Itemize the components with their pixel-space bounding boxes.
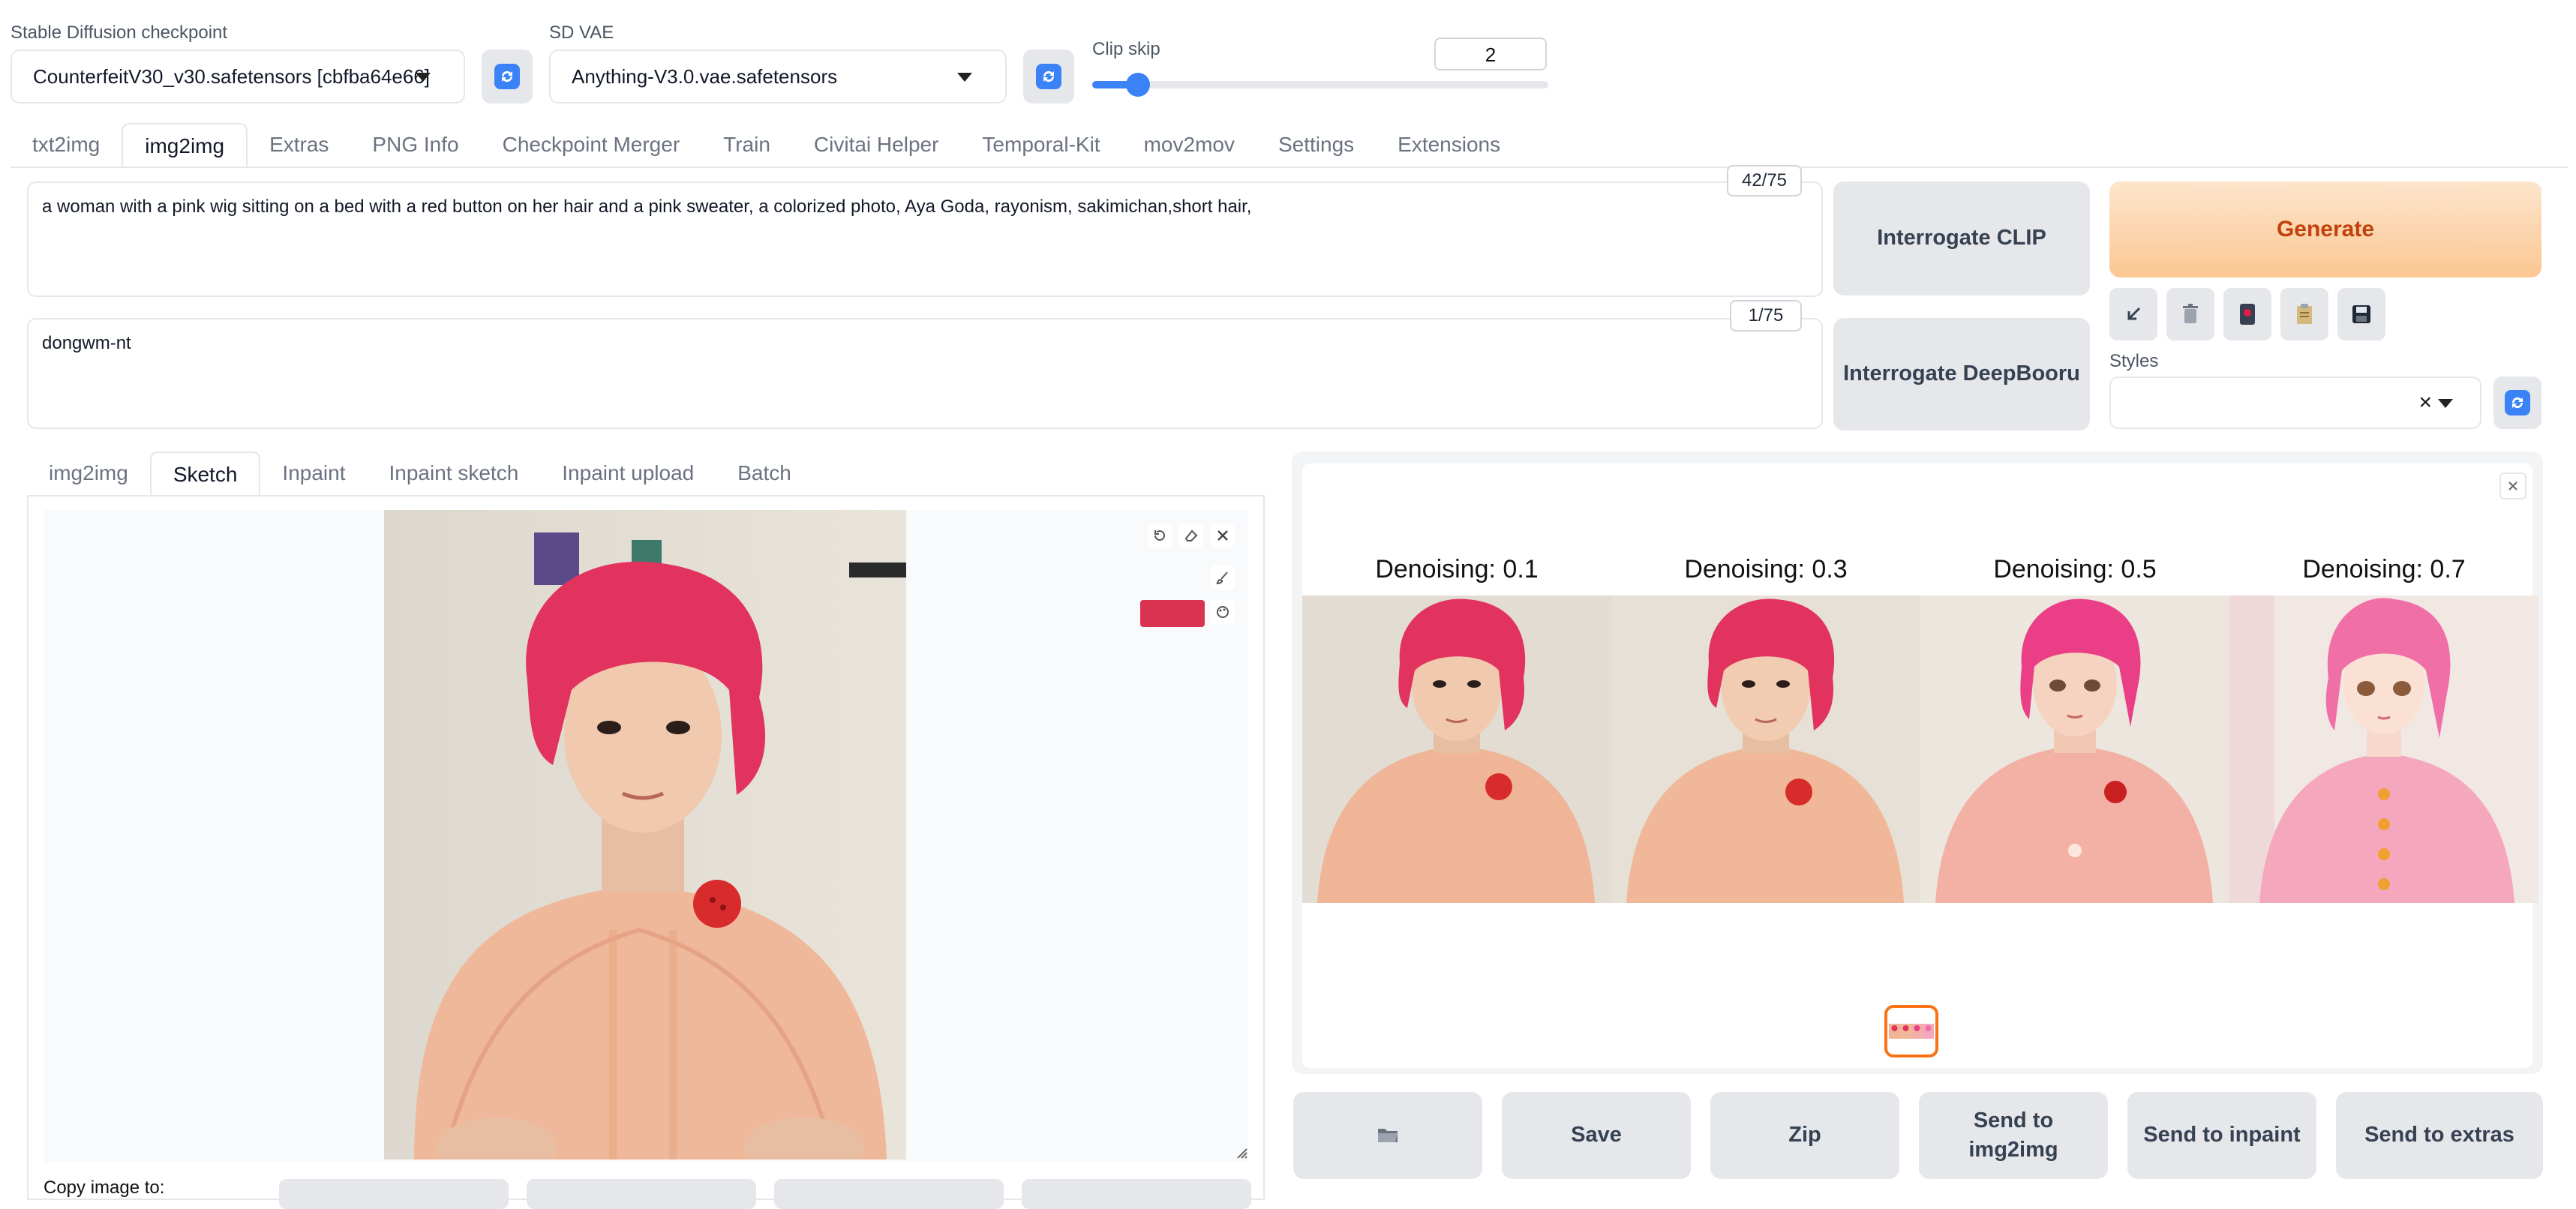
styles-refresh-button[interactable] (2493, 376, 2541, 429)
floppy-disk-icon (2352, 305, 2370, 323)
clear-prompt-button[interactable] (2166, 288, 2214, 340)
folder-icon (1378, 1129, 1398, 1142)
copy-to-sketch-button[interactable] (527, 1179, 756, 1209)
result-image-1[interactable] (1302, 596, 1611, 903)
copy-to-inpaint-button[interactable] (774, 1179, 1004, 1209)
tab-divider (11, 166, 2568, 168)
refresh-icon (2505, 390, 2530, 416)
brush-color-swatch[interactable] (1140, 600, 1205, 627)
subtab-img2img[interactable]: img2img (27, 452, 150, 496)
tab-checkpoint-merger[interactable]: Checkpoint Merger (481, 123, 702, 168)
denoising-label-1: Denoising: 0.1 (1375, 555, 1539, 584)
undo-button[interactable] (1148, 524, 1172, 548)
clip-skip-number-input[interactable]: 2 (1434, 38, 1547, 70)
eraser-button[interactable] (1179, 524, 1203, 548)
apply-style-button[interactable] (2280, 288, 2328, 340)
subtab-sketch[interactable]: Sketch (149, 452, 261, 496)
sketch-image[interactable] (384, 510, 906, 1160)
styles-clear-icon[interactable]: × (2418, 390, 2432, 416)
open-folder-button[interactable] (1293, 1092, 1482, 1179)
subtab-batch[interactable]: Batch (716, 452, 813, 496)
result-image-2[interactable] (1611, 596, 1920, 903)
vae-value: Anything-V3.0.vae.safetensors (572, 64, 838, 88)
eraser-icon (1184, 530, 1198, 542)
tab-train[interactable]: Train (701, 123, 792, 168)
chevron-down-icon (416, 73, 431, 82)
interrogate-clip-button[interactable]: Interrogate CLIP (1833, 182, 2090, 296)
checkpoint-label: Stable Diffusion checkpoint (11, 22, 228, 43)
tab-mov2mov[interactable]: mov2mov (1122, 123, 1256, 168)
read-params-button[interactable] (2109, 288, 2157, 340)
color-picker-button[interactable] (1211, 600, 1235, 624)
save-style-button[interactable] (2337, 288, 2385, 340)
zip-button[interactable]: Zip (1710, 1092, 1899, 1179)
send-to-img2img-button[interactable]: Send to img2img (1919, 1092, 2108, 1179)
styles-dropdown[interactable]: × (2109, 376, 2481, 429)
card-icon (2240, 304, 2255, 325)
subtab-inpaint-sketch[interactable]: Inpaint sketch (368, 452, 541, 496)
clipboard-icon (2297, 304, 2312, 324)
gallery-thumbnail[interactable] (1884, 1005, 1938, 1058)
palette-icon (1217, 606, 1229, 618)
brush-icon (1216, 572, 1228, 584)
result-image-4[interactable] (2229, 596, 2538, 903)
brush-size-button[interactable] (1211, 566, 1235, 590)
gallery-close-button[interactable] (2499, 472, 2526, 500)
tab-png-info[interactable]: PNG Info (350, 123, 480, 168)
undo-icon (1154, 530, 1165, 541)
denoising-label-4: Denoising: 0.7 (2302, 555, 2466, 584)
checkpoint-value: CounterfeitV30_v30.safetensors [cbfba64e… (33, 64, 431, 88)
clear-sketch-button[interactable] (1211, 524, 1235, 548)
chevron-down-icon (2438, 399, 2453, 408)
img2img-sub-tab-bar: img2img Sketch Inpaint Inpaint sketch In… (27, 450, 813, 496)
subtab-inpaint-upload[interactable]: Inpaint upload (540, 452, 716, 496)
tab-extensions[interactable]: Extensions (1376, 123, 1522, 168)
thumbnail-grid-preview (1889, 1024, 1934, 1039)
vae-refresh-button[interactable] (1023, 50, 1074, 104)
chevron-down-icon (957, 73, 972, 82)
checkpoint-dropdown[interactable]: CounterfeitV30_v30.safetensors [cbfba64e… (11, 50, 465, 104)
tab-civitai-helper[interactable]: Civitai Helper (792, 123, 961, 168)
clip-skip-label: Clip skip (1092, 39, 1160, 59)
trash-icon (2183, 304, 2198, 323)
tab-txt2img[interactable]: txt2img (11, 123, 122, 168)
arrow-down-left-icon (2127, 307, 2141, 320)
refresh-icon (1036, 64, 1061, 89)
vae-dropdown[interactable]: Anything-V3.0.vae.safetensors (549, 50, 1007, 104)
checkpoint-refresh-button[interactable] (482, 50, 533, 104)
copy-to-inpaint-sketch-button[interactable] (1022, 1179, 1251, 1209)
resize-handle[interactable] (1235, 1146, 1248, 1160)
copy-image-label: Copy image to: (44, 1178, 165, 1198)
negative-prompt-text: dongwm-nt (42, 333, 131, 353)
tab-extras[interactable]: Extras (248, 123, 350, 168)
refresh-icon (494, 64, 520, 89)
resize-handle-icon (1237, 1148, 1247, 1159)
tab-img2img[interactable]: img2img (122, 123, 248, 168)
negative-prompt-textarea[interactable]: dongwm-nt (27, 318, 1823, 429)
save-button[interactable]: Save (1502, 1092, 1691, 1179)
clip-skip-slider-track[interactable] (1092, 73, 1548, 97)
close-icon (1217, 530, 1228, 541)
prompt-token-counter: 42/75 (1727, 165, 1802, 196)
send-to-extras-button[interactable]: Send to extras (2336, 1092, 2543, 1179)
tab-settings[interactable]: Settings (1256, 123, 1376, 168)
extra-networks-button[interactable] (2223, 288, 2271, 340)
prompt-textarea[interactable]: a woman with a pink wig sitting on a bed… (27, 182, 1823, 297)
copy-to-img2img-button[interactable] (279, 1179, 509, 1209)
negative-token-counter: 1/75 (1730, 300, 1802, 332)
clip-skip-slider-thumb[interactable] (1125, 73, 1150, 97)
denoising-label-3: Denoising: 0.5 (1993, 555, 2157, 584)
result-image-3[interactable] (1920, 596, 2229, 903)
subtab-inpaint[interactable]: Inpaint (260, 452, 367, 496)
main-tab-bar: txt2img img2img Extras PNG Info Checkpoi… (11, 123, 1522, 168)
denoising-label-2: Denoising: 0.3 (1684, 555, 1848, 584)
generate-button[interactable]: Generate (2109, 182, 2541, 278)
close-icon (2508, 482, 2517, 490)
interrogate-deepbooru-button[interactable]: Interrogate DeepBooru (1833, 318, 2090, 430)
tab-temporal-kit[interactable]: Temporal-Kit (960, 123, 1121, 168)
vae-label: SD VAE (549, 22, 614, 43)
styles-label: Styles (2109, 351, 2159, 371)
send-to-inpaint-button[interactable]: Send to inpaint (2127, 1092, 2316, 1179)
prompt-text: a woman with a pink wig sitting on a bed… (42, 196, 1252, 217)
